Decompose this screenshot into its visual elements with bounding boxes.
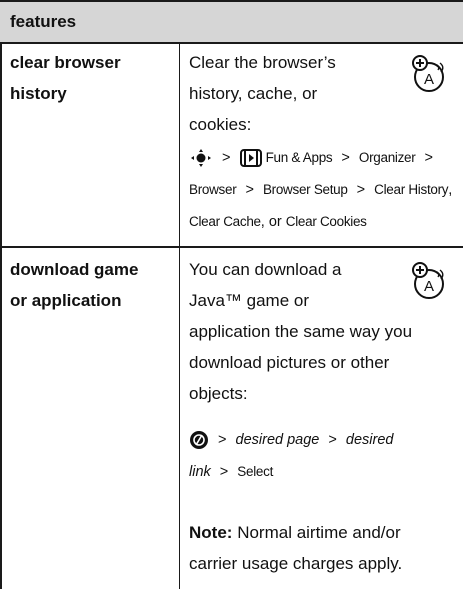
svg-text:A: A: [424, 278, 434, 295]
feature-name-clear-history: clear browser history: [10, 53, 121, 103]
row-divider: [0, 246, 463, 248]
table-left-border: [0, 44, 2, 589]
fun-apps-icon: [239, 149, 262, 168]
menu-path-clear-history: > Fun & Apps > Organizer > Browser > Bro…: [189, 149, 453, 230]
header-title: features: [10, 12, 77, 31]
network-access-icon: A: [412, 55, 444, 92]
features-header: features: [0, 0, 463, 44]
menu-path-download-game: > desired page > desired link > Select: [189, 431, 394, 480]
feature-name-download-game: download game or application: [10, 260, 139, 310]
table-column-divider: [179, 44, 180, 589]
browser-key-icon: [190, 431, 208, 450]
network-access-icon: A: [412, 262, 444, 299]
nav-key-icon: [191, 149, 211, 168]
note-download-game: Note: Normal airtime and/or carrier usag…: [189, 523, 403, 573]
svg-text:A: A: [424, 71, 434, 88]
